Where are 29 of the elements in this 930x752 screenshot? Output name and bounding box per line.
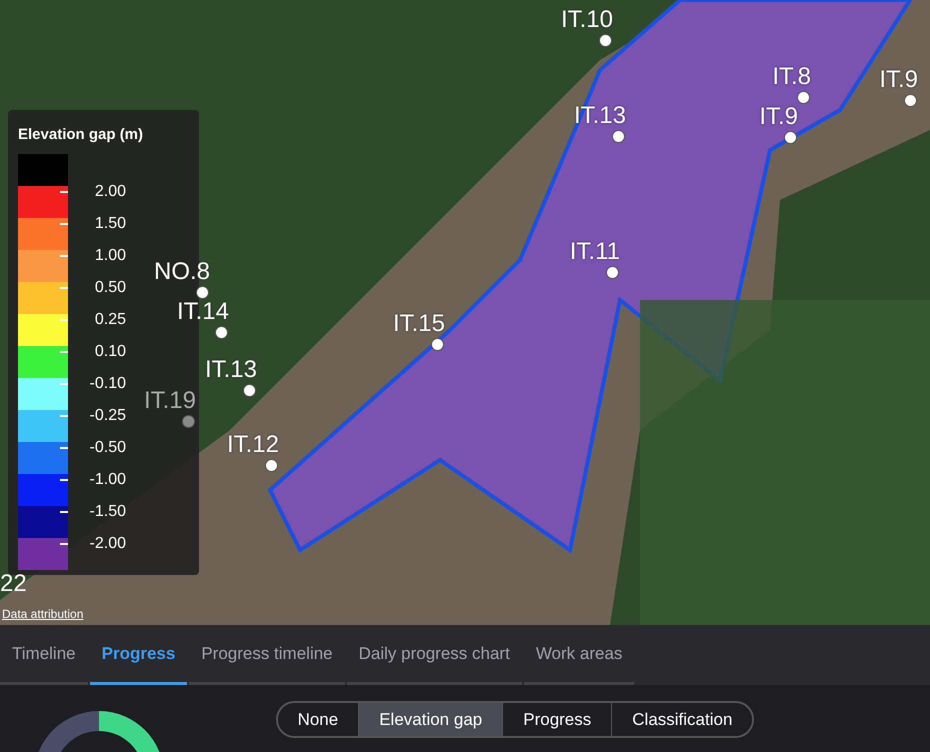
data-attribution-link[interactable]: Data attribution — [2, 605, 84, 623]
marker-label: NO.8 — [154, 260, 210, 284]
marker-label: IT.10 — [560, 8, 613, 32]
marker-label: IT.15 — [392, 312, 445, 336]
legend-value: 1.50 — [94, 214, 126, 234]
marker-label: IT.8 — [772, 65, 811, 89]
marker-label: IT.13 — [574, 104, 626, 128]
map-label: 22 — [0, 572, 27, 596]
marker-label: IT.9 — [879, 68, 918, 92]
legend-value: 0.50 — [94, 278, 126, 298]
marker-label: IT.14 — [176, 300, 229, 324]
view-mode-option[interactable]: Elevation gap — [358, 703, 502, 736]
legend-value: 0.10 — [94, 342, 126, 362]
legend-value: -2.00 — [88, 534, 126, 554]
view-mode-option[interactable]: Classification — [611, 703, 752, 736]
legend-value: -1.00 — [88, 470, 126, 490]
legend-value: 1.00 — [94, 246, 126, 266]
legend-title: Elevation gap (m) — [18, 125, 144, 145]
marker-label: IT.12 — [226, 433, 279, 457]
legend-value: -0.10 — [88, 374, 126, 394]
marker-label: IT.9 — [759, 105, 798, 129]
legend-value: 0.25 — [94, 310, 126, 330]
marker-label: IT.13 — [204, 358, 257, 382]
legend-value: 2.00 — [94, 182, 126, 202]
legend-value: -1.50 — [88, 502, 126, 522]
marker-label: IT.19 — [144, 389, 196, 413]
legend-value: -0.25 — [88, 406, 126, 426]
marker-label: IT.11 — [570, 240, 620, 264]
legend-value: -0.50 — [88, 438, 126, 458]
